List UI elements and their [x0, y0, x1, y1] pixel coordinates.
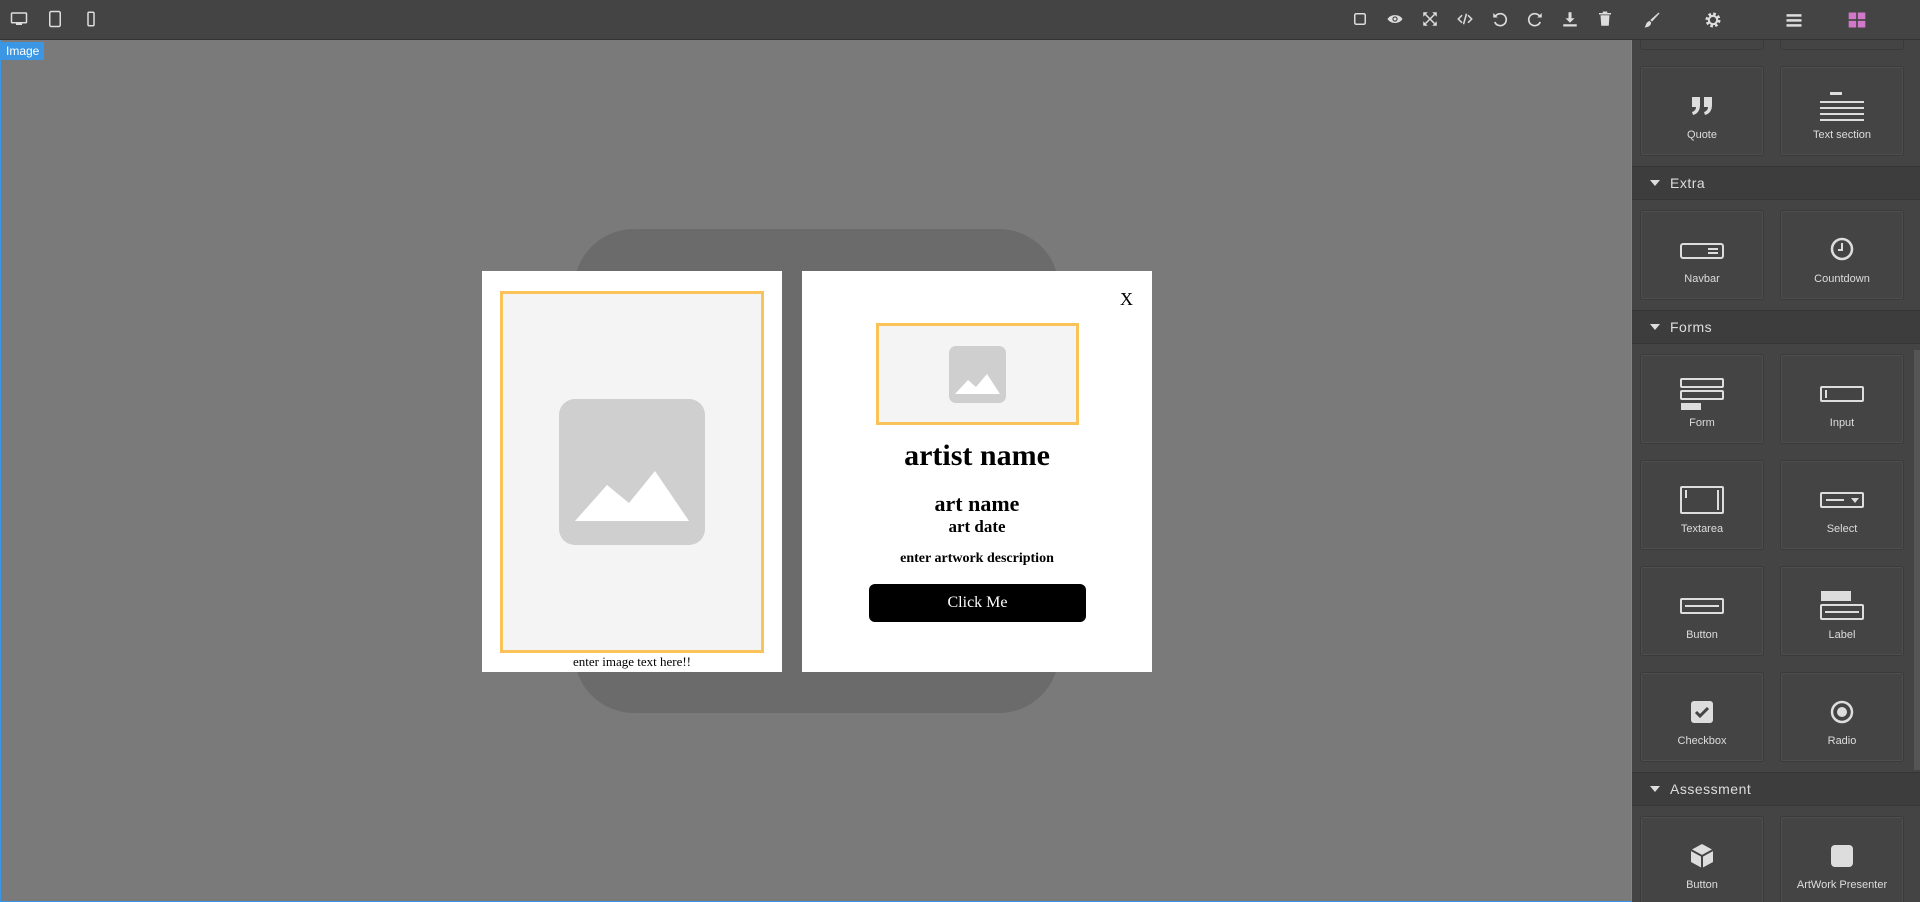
block-checkbox[interactable]: Checkbox — [1640, 672, 1764, 762]
block-radio[interactable]: Radio — [1780, 672, 1904, 762]
input-icon — [1820, 386, 1864, 402]
blocks-icon[interactable] — [1834, 0, 1879, 40]
radio-icon — [1830, 700, 1854, 724]
label-icon — [1820, 591, 1864, 620]
caret-down-icon — [1650, 324, 1660, 330]
trash-icon[interactable] — [1594, 8, 1616, 30]
block-artwork-presenter[interactable]: ArtWork Presenter — [1780, 816, 1904, 902]
image-card[interactable]: enter image text here!! — [482, 271, 782, 672]
image-placeholder[interactable] — [500, 291, 764, 653]
click-me-button[interactable]: Click Me — [869, 584, 1086, 622]
fullscreen-icon[interactable] — [1419, 8, 1441, 30]
category-forms[interactable]: Forms — [1632, 310, 1920, 344]
image-caption[interactable]: enter image text here!! — [482, 654, 782, 670]
top-toolbar — [0, 0, 1920, 40]
block-countdown[interactable]: Countdown — [1780, 210, 1904, 300]
close-button[interactable]: X — [1120, 289, 1133, 310]
selected-component-badge: Image — [1, 42, 45, 60]
artwork-info-card[interactable]: X artist name art name art date enter ar… — [802, 271, 1152, 672]
block-button[interactable]: Button — [1640, 566, 1764, 656]
artist-name[interactable]: artist name — [802, 439, 1152, 473]
undo-icon[interactable] — [1489, 8, 1511, 30]
select-icon — [1820, 492, 1864, 508]
artwork-description[interactable]: enter artwork description — [802, 551, 1152, 567]
artwork-presenter-icon — [1831, 845, 1853, 867]
text-section-icon — [1820, 92, 1864, 121]
quote-icon — [1692, 97, 1712, 115]
brush-icon[interactable] — [1632, 0, 1672, 40]
checkbox-icon — [1691, 701, 1713, 723]
navbar-icon — [1680, 243, 1724, 259]
canvas-actions — [1349, 8, 1616, 30]
eye-icon[interactable] — [1384, 8, 1406, 30]
clock-icon — [1830, 237, 1854, 261]
mobile-icon[interactable] — [80, 8, 102, 30]
block-assessment-button[interactable]: Button — [1640, 816, 1764, 902]
square-icon[interactable] — [1349, 8, 1371, 30]
redo-icon[interactable] — [1524, 8, 1546, 30]
block-textarea[interactable]: Textarea — [1640, 460, 1764, 550]
desktop-icon[interactable] — [8, 8, 30, 30]
layers-icon[interactable] — [1753, 0, 1834, 40]
code-icon[interactable] — [1454, 8, 1476, 30]
art-date[interactable]: art date — [802, 517, 1152, 537]
art-name[interactable]: art name — [802, 491, 1152, 517]
category-extra[interactable]: Extra — [1632, 166, 1920, 200]
block-select[interactable]: Select — [1780, 460, 1904, 550]
block-navbar[interactable]: Navbar — [1640, 210, 1764, 300]
blocks-panel: Quote Text section Extra Navbar Countdow… — [1632, 40, 1920, 902]
category-assessment[interactable]: Assessment — [1632, 772, 1920, 806]
block-text-section[interactable]: Text section — [1780, 66, 1904, 156]
tablet-icon[interactable] — [44, 8, 66, 30]
caret-down-icon — [1650, 786, 1660, 792]
device-switcher — [8, 8, 102, 30]
image-icon — [559, 399, 705, 545]
form-icon — [1680, 378, 1724, 410]
block-form[interactable]: Form — [1640, 354, 1764, 444]
button-icon — [1680, 598, 1724, 614]
caret-down-icon — [1650, 180, 1660, 186]
small-image-placeholder[interactable] — [876, 323, 1079, 425]
gear-icon[interactable] — [1672, 0, 1753, 40]
cube-icon — [1690, 844, 1714, 868]
editor-canvas[interactable]: Image enter image text here!! X artist n… — [0, 40, 1632, 902]
panel-switcher — [1632, 0, 1920, 40]
image-icon — [949, 345, 1006, 403]
block-quote[interactable]: Quote — [1640, 66, 1764, 156]
block-label[interactable]: Label — [1780, 566, 1904, 656]
download-icon[interactable] — [1559, 8, 1581, 30]
sidebar-scrollbar[interactable] — [1914, 350, 1920, 770]
textarea-icon — [1680, 486, 1724, 514]
block-input[interactable]: Input — [1780, 354, 1904, 444]
